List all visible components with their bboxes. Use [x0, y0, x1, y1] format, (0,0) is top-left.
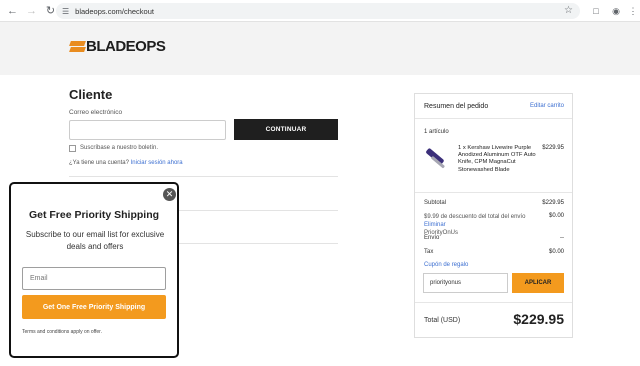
product-price: $229.95: [542, 145, 564, 151]
discount-description: $9.99 de descuento del total del envío: [424, 214, 526, 220]
remove-discount-link[interactable]: Eliminar: [424, 222, 446, 228]
total-label: Total (USD): [424, 317, 461, 324]
popup-title: Get Free Priority Shipping: [28, 209, 160, 221]
address-bar[interactable]: ☰ bladeops.com/checkout ☆: [56, 3, 580, 19]
shipping-offer-popup: ✕ Get Free Priority Shipping Subscribe t…: [9, 182, 179, 358]
logo-text: BLADEOPS: [86, 38, 166, 55]
coupon-input[interactable]: priorityonus: [423, 273, 508, 293]
claim-shipping-button[interactable]: Get One Free Priority Shipping: [22, 295, 166, 319]
popup-terms: Terms and conditions apply on offer.: [22, 329, 102, 335]
customer-heading: Cliente: [69, 87, 113, 102]
newsletter-label: Suscríbase a nuestro boletín.: [80, 145, 159, 151]
menu-kebab-icon[interactable]: ⋮: [625, 3, 640, 19]
back-arrow-icon[interactable]: ←: [4, 2, 21, 19]
account-prompt-text: ¿Ya tiene una cuenta?: [69, 160, 129, 166]
summary-title: Resumen del pedido: [424, 103, 489, 110]
edit-cart-link[interactable]: Editar carrito: [530, 103, 564, 109]
account-prompt: ¿Ya tiene una cuenta? Iniciar sesión aho…: [69, 160, 183, 166]
popup-subtitle: Subscribe to our email list for exclusiv…: [25, 230, 165, 251]
popup-email-input[interactable]: Email: [22, 267, 166, 290]
discount-value: $0.00: [548, 213, 564, 219]
continue-button[interactable]: CONTINUAR: [234, 119, 338, 140]
shipping-label: Envío: [424, 235, 440, 241]
newsletter-checkbox[interactable]: [69, 145, 76, 152]
email-field[interactable]: [69, 120, 226, 140]
order-summary: Resumen del pedido Editar carrito 1 artí…: [414, 93, 573, 338]
product-knife-image[interactable]: [422, 143, 454, 175]
summary-divider: [415, 302, 572, 303]
close-icon[interactable]: ✕: [163, 188, 176, 201]
url-text: bladeops.com/checkout: [75, 6, 154, 16]
summary-divider: [415, 192, 572, 193]
subtotal-label: Subtotal: [424, 200, 447, 206]
total-value: $229.95: [513, 311, 564, 327]
email-label: Correo electrónico: [69, 109, 123, 116]
site-settings-icon[interactable]: ☰: [62, 7, 69, 16]
bladeops-logo[interactable]: BLADEOPS: [69, 38, 166, 55]
bookmark-star-icon[interactable]: ☆: [564, 5, 573, 16]
apply-coupon-button[interactable]: APLICAR: [512, 273, 564, 293]
profile-icon[interactable]: ◉: [608, 3, 624, 19]
section-divider: [69, 176, 338, 177]
site-header: BLADEOPS: [0, 22, 640, 75]
login-link[interactable]: Iniciar sesión ahora: [131, 160, 183, 166]
gift-coupon-link[interactable]: Cupón de regalo: [424, 262, 468, 268]
discount-text: $9.99 de descuento del total del envío E…: [424, 213, 544, 237]
extensions-icon[interactable]: □: [588, 3, 604, 19]
summary-divider: [415, 118, 572, 119]
tax-label: Tax: [424, 249, 434, 255]
forward-arrow-icon[interactable]: →: [23, 2, 40, 19]
browser-toolbar: ← → ↻ ☰ bladeops.com/checkout ☆ □ ◉ ⋮: [0, 0, 640, 22]
shipping-value: --: [560, 235, 564, 241]
tax-value: $0.00: [548, 249, 564, 255]
item-count: 1 artículo: [424, 129, 449, 135]
logo-mark-icon: [69, 40, 86, 53]
subtotal-value: $229.95: [542, 200, 564, 206]
product-description: 1 x Kershaw Livewire Purple Anodized Alu…: [458, 145, 536, 173]
